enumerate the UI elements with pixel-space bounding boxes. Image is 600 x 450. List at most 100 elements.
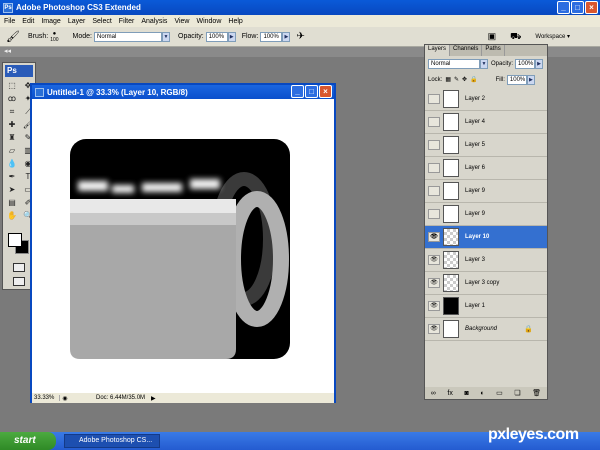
menu-file[interactable]: File: [4, 18, 15, 25]
taskbar-photoshop-button[interactable]: Adobe Photoshop CS...: [64, 434, 160, 448]
adjustment-layer-icon[interactable]: ◐: [480, 390, 484, 397]
opacity-arrow-icon[interactable]: ▶: [227, 31, 236, 42]
menu-filter[interactable]: Filter: [119, 18, 135, 25]
tab-paths[interactable]: Paths: [482, 45, 505, 56]
tab-channels[interactable]: Channels: [450, 45, 483, 56]
opacity-field[interactable]: 100%: [205, 31, 228, 42]
menu-help[interactable]: Help: [228, 18, 242, 25]
new-layer-icon[interactable]: ❏: [514, 389, 520, 397]
blur-tool-icon[interactable]: 💧: [5, 158, 19, 169]
pen-tool-icon[interactable]: ✒: [5, 171, 19, 182]
layer-opacity-field[interactable]: 100%: [515, 58, 536, 69]
clone-stamp-tool-icon[interactable]: ♜: [5, 132, 19, 143]
layer-row[interactable]: Layer 2: [425, 88, 547, 111]
mode-dropdown-arrow-icon[interactable]: ▼: [162, 31, 171, 42]
layer-row[interactable]: Layer 9: [425, 203, 547, 226]
lock-image-icon[interactable]: ✎: [454, 76, 459, 83]
lasso-tool-icon[interactable]: ꝏ: [5, 93, 19, 104]
visibility-toggle[interactable]: 👁: [428, 232, 440, 242]
foreground-color-swatch[interactable]: [8, 233, 22, 247]
fill-arrow-icon[interactable]: ▶: [526, 74, 535, 85]
healing-brush-tool-icon[interactable]: ✚: [5, 119, 19, 130]
visibility-toggle[interactable]: [428, 163, 440, 173]
close-button[interactable]: ×: [585, 1, 598, 14]
path-selection-tool-icon[interactable]: ➤: [5, 184, 19, 195]
airbrush-icon[interactable]: ✈: [296, 31, 304, 42]
notes-tool-icon[interactable]: ▤: [5, 197, 19, 208]
maximize-button[interactable]: □: [571, 1, 584, 14]
doc-maximize-button[interactable]: □: [305, 85, 318, 98]
layer-row[interactable]: Layer 9: [425, 180, 547, 203]
visibility-toggle[interactable]: [428, 186, 440, 196]
hand-tool-icon[interactable]: ✋: [5, 210, 19, 221]
minimize-button[interactable]: _: [557, 1, 570, 14]
visibility-toggle[interactable]: [428, 209, 440, 219]
visibility-toggle[interactable]: [428, 94, 440, 104]
brush-tool-icon[interactable]: 🖌: [6, 30, 20, 43]
layer-row[interactable]: 👁 Layer 1: [425, 295, 547, 318]
layer-style-icon[interactable]: fx: [447, 390, 452, 397]
menu-window[interactable]: Window: [196, 18, 221, 25]
layer-name: Background: [465, 326, 498, 332]
status-arrow-icon[interactable]: ▶: [151, 395, 156, 402]
fill-field[interactable]: 100%: [506, 74, 527, 85]
lock-label: Lock:: [428, 76, 443, 83]
crop-tool-icon[interactable]: ⌗: [5, 106, 19, 117]
zoom-level[interactable]: 33.33%: [32, 395, 60, 401]
layer-row[interactable]: 👁 Layer 3 copy: [425, 272, 547, 295]
workspace-menu[interactable]: Workspace ▾: [535, 33, 570, 40]
lock-all-icon[interactable]: 🔒: [470, 76, 477, 83]
menu-analysis[interactable]: Analysis: [141, 18, 167, 25]
layer-name: Layer 4: [465, 119, 486, 125]
layer-row[interactable]: 👁 Background 🔒: [425, 318, 547, 341]
marquee-tool-icon[interactable]: ⬚: [5, 80, 19, 91]
visibility-toggle[interactable]: 👁: [428, 278, 440, 288]
layer-name: Layer 1: [465, 303, 486, 309]
layer-row-selected[interactable]: 👁 Layer 10: [425, 226, 547, 249]
link-layers-icon[interactable]: ∞: [431, 390, 436, 397]
lock-transparent-icon[interactable]: ▦: [445, 76, 451, 83]
flow-arrow-icon[interactable]: ▶: [282, 31, 291, 42]
blend-mode-arrow-icon[interactable]: ▼: [480, 58, 488, 69]
add-mask-icon[interactable]: ◙: [464, 390, 468, 397]
layer-row[interactable]: Layer 6: [425, 157, 547, 180]
panel-collapse-icon[interactable]: ◂◂: [4, 47, 11, 55]
layers-panel-footer: ∞ fx ◙ ◐ ▭ ❏ 🗑: [425, 387, 547, 399]
start-button[interactable]: start: [0, 432, 56, 450]
doc-close-button[interactable]: ×: [319, 85, 332, 98]
visibility-toggle[interactable]: 👁: [428, 301, 440, 311]
menu-layer[interactable]: Layer: [68, 18, 86, 25]
blend-mode-select[interactable]: Normal: [428, 58, 480, 69]
layer-opacity-arrow-icon[interactable]: ▶: [535, 58, 544, 69]
eraser-tool-icon[interactable]: ▱: [5, 145, 19, 156]
visibility-toggle[interactable]: [428, 140, 440, 150]
tab-layers[interactable]: Layers: [425, 45, 451, 56]
layer-row[interactable]: Layer 5: [425, 134, 547, 157]
doc-minimize-button[interactable]: _: [291, 85, 304, 98]
menu-select[interactable]: Select: [92, 18, 111, 25]
mode-select[interactable]: Normal: [94, 31, 163, 42]
document-title-bar: Untitled-1 @ 33.3% (Layer 10, RGB/8) _ □…: [32, 85, 334, 99]
flow-field[interactable]: 100%: [260, 31, 283, 42]
menu-edit[interactable]: Edit: [22, 18, 34, 25]
visibility-toggle[interactable]: [428, 117, 440, 127]
document-canvas[interactable]: [32, 99, 334, 393]
status-menu-icon[interactable]: ◉: [60, 395, 70, 402]
bridge-icon[interactable]: ⛟: [510, 31, 521, 43]
layers-panel-tabs: Layers Channels Paths: [425, 45, 547, 56]
menu-image[interactable]: Image: [41, 18, 60, 25]
delete-layer-icon[interactable]: 🗑: [532, 389, 541, 397]
screen-mode-icon[interactable]: [13, 277, 25, 286]
layer-thumbnail: [443, 297, 459, 315]
lock-position-icon[interactable]: ✥: [462, 76, 467, 83]
new-group-icon[interactable]: ▭: [496, 389, 503, 397]
visibility-toggle[interactable]: 👁: [428, 324, 440, 334]
layers-panel: Layers Channels Paths Normal ▼ Opacity: …: [424, 44, 548, 400]
brush-preset-picker[interactable]: ● 100: [50, 31, 58, 43]
visibility-toggle[interactable]: 👁: [428, 255, 440, 265]
palette-well-icon[interactable]: ▣: [488, 31, 497, 42]
menu-view[interactable]: View: [174, 18, 189, 25]
layer-row[interactable]: 👁 Layer 3: [425, 249, 547, 272]
quick-mask-icon[interactable]: [13, 263, 25, 272]
layer-row[interactable]: Layer 4: [425, 111, 547, 134]
